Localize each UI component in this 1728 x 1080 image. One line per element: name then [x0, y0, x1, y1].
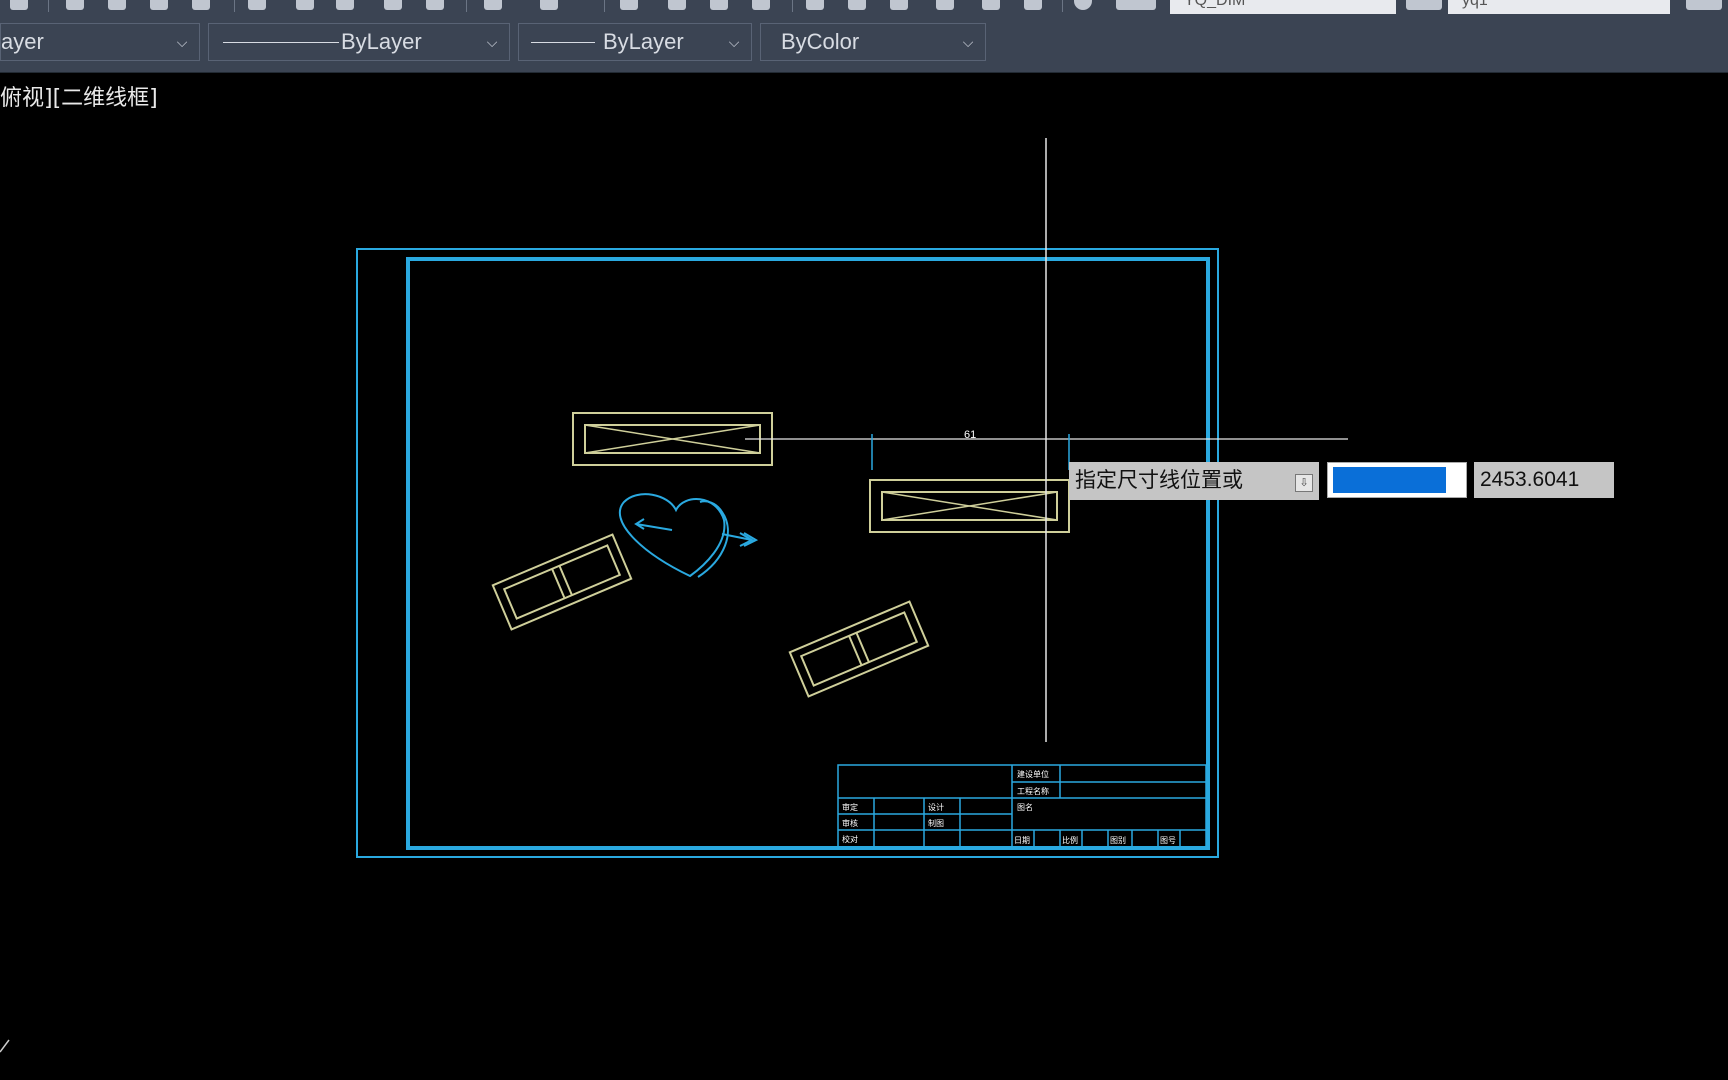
title-cell-checked: 校对 — [842, 834, 858, 844]
title-cell-number: 图号 — [1160, 836, 1176, 845]
title-cell-reviewed: 审核 — [842, 818, 858, 828]
title-cell-scale: 比例 — [1062, 835, 1078, 845]
dimension-value-field[interactable]: 2453.6041 — [1474, 462, 1614, 498]
title-cell-project: 工程名称 — [1017, 786, 1049, 796]
input-selection-highlight — [1333, 467, 1446, 493]
window-block[interactable] — [869, 479, 1070, 533]
dimension-text: 61 — [964, 429, 976, 441]
sheet-inner-frame — [406, 257, 1210, 850]
dynamic-input-field[interactable] — [1327, 462, 1467, 498]
title-cell-category: 图别 — [1110, 836, 1126, 845]
title-cell-designed: 设计 — [928, 802, 944, 812]
window-block[interactable] — [572, 412, 773, 466]
frame-block[interactable] — [491, 533, 633, 631]
title-cell-date: 日期 — [1014, 836, 1030, 845]
drawing-canvas[interactable]: 建设单位 工程名称 审定 设计 审核 制图 校对 图名 日期 比例 图别 图号 — [0, 0, 1728, 1080]
title-cell-approved: 审定 — [842, 802, 858, 812]
title-cell-drawn: 制图 — [928, 818, 944, 828]
prompt-text: 指定尺寸线位置或 — [1075, 468, 1243, 492]
frame-block[interactable] — [788, 600, 930, 698]
title-cell-drawing-name: 图名 — [1017, 802, 1033, 812]
heart-symbol[interactable] — [618, 493, 759, 578]
download-icon[interactable]: ⇩ — [1295, 474, 1313, 492]
title-cell-client: 建设单位 — [1017, 769, 1049, 779]
sheet-outer-frame — [356, 248, 1219, 858]
title-block-text: 建设单位 工程名称 审定 设计 审核 制图 校对 图名 日期 比例 图别 图号 — [842, 769, 1176, 845]
ucs-icon — [0, 1039, 10, 1053]
dynamic-input-prompt: 指定尺寸线位置或 ⇩ — [1069, 462, 1319, 500]
